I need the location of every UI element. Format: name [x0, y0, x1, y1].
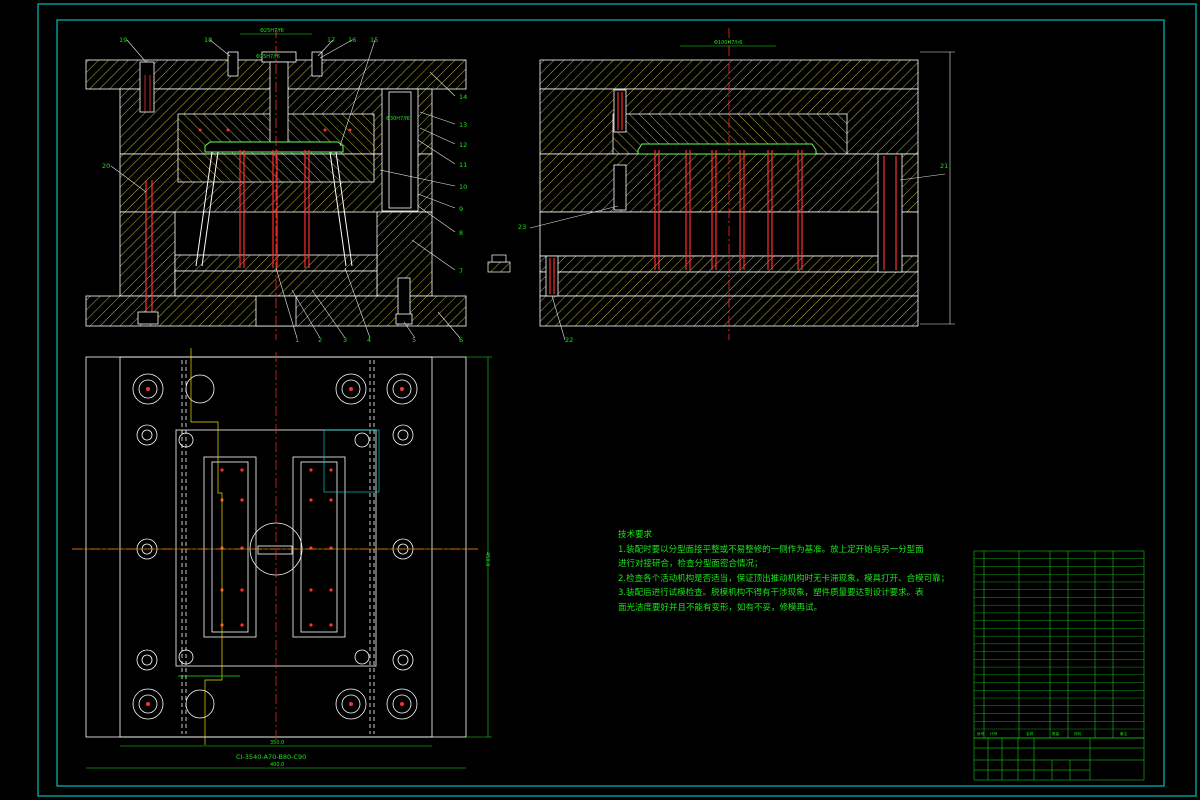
part-label-20: 20 — [102, 162, 110, 170]
bom-header-no: 序号 — [977, 731, 985, 736]
part-label-13: 13 — [459, 121, 467, 129]
technical-requirements: 技术要求 1.装配时要以分型面接平整或不易整修的一侧作为基准。放上定开始与另一分… — [618, 528, 950, 615]
part-label-5: 5 — [412, 336, 416, 344]
part-label-22: 22 — [565, 336, 573, 344]
plan-section-lines — [72, 348, 478, 745]
bom-header-code: 代号 — [990, 731, 998, 736]
tech-line-4: 3.装配后进行试模检查。脱模机构不得有干涉现象，塑件质量要达到设计要求。表 — [618, 588, 924, 598]
part-label-17: 17 — [327, 36, 335, 44]
part-label-14: 14 — [459, 93, 467, 101]
tech-line-3: 2.检查各个活动机构是否适当，保证顶出推动机构时无卡滞现象，模具打开、合模可靠； — [618, 573, 950, 584]
part-label-16: 16 — [348, 36, 356, 44]
part-label-1: 1 — [295, 336, 299, 344]
dim-height: 450.0 — [484, 552, 490, 566]
bom-row-lines — [974, 558, 1144, 730]
tech-line-1: 1.装配时要以分型面接平整或不易整修的一侧作为基准。放上定开始与另一分型面 — [618, 544, 924, 555]
bill-of-materials — [973, 550, 1145, 781]
part-label-3: 3 — [343, 336, 347, 344]
dim-width-inner: 350.0 — [270, 740, 284, 746]
part-label-11: 11 — [459, 161, 467, 169]
dim-sprue-fit: Φ25H7/f6 — [256, 54, 280, 60]
mold-base-spec: CI-3540-A70-B80-C90 — [236, 753, 306, 761]
part-label-18: 18 — [204, 36, 212, 44]
dim-width-outer: 400.0 — [270, 762, 284, 768]
tech-title: 技术要求 — [618, 530, 653, 540]
plan-pin-marks — [146, 387, 404, 706]
mold-assembly-drawing: 19 18 17 16 15 14 13 12 11 10 9 8 7 20 1… — [37, 3, 1197, 797]
part-label-4: 4 — [367, 336, 371, 344]
part-label-9: 9 — [459, 205, 463, 213]
dim-top-fit-right: Φ100H7/h6 — [714, 40, 742, 46]
bom-header-name: 名称 — [1026, 731, 1034, 736]
bom-header-remark: 备注 — [1120, 731, 1128, 736]
tech-line-5: 面光洁度要好并且不能有变形，如有不妥，修模再试。 — [618, 602, 823, 613]
part-label-8: 8 — [459, 229, 463, 237]
tech-line-2: 进行对接研合，检查分型面密合情况； — [618, 559, 763, 569]
bom-header-material: 材料 — [1074, 731, 1082, 736]
part-label-6: 6 — [459, 336, 463, 344]
detail-part — [487, 254, 511, 273]
bom-header-qty: 数量 — [1052, 731, 1060, 736]
part-label-21: 21 — [940, 162, 948, 170]
part-label-15: 15 — [370, 36, 378, 44]
part-label-2: 2 — [318, 336, 322, 344]
part-label-7: 7 — [459, 267, 463, 275]
dim-bushing-fit: Φ30H7/f6 — [386, 116, 410, 122]
part-label-10: 10 — [459, 183, 467, 191]
part-label-19: 19 — [119, 36, 127, 44]
part-label-12: 12 — [459, 141, 467, 149]
part-label-23: 23 — [518, 223, 526, 231]
dim-top-fit-left: Φ25H7/f6 — [260, 28, 284, 34]
